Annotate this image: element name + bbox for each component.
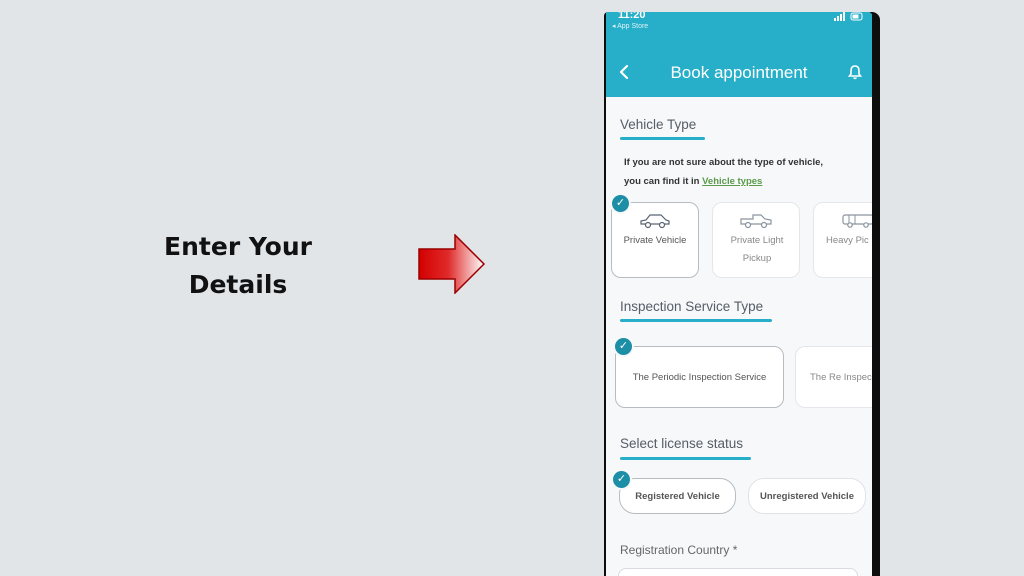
caption-line-1: Enter Your [164,232,312,261]
service-option-label: The Periodic Inspection Service [632,371,767,383]
hint-line-1: If you are not sure about the type of ve… [624,157,824,168]
status-back-to-app[interactable]: ◂ App Store [612,22,648,30]
status-time: 11:20 [618,12,646,21]
license-option-label: Registered Vehicle [635,490,720,502]
selected-check-icon: ✓ [612,195,629,212]
caption-text: Enter Your Details [140,228,336,304]
vehicle-option-private-vehicle[interactable]: Private Vehicle [611,202,699,278]
license-option-label: Unregistered Vehicle [760,490,854,502]
pickup-truck-icon [740,214,772,229]
caption-line-2: Details [188,270,288,299]
signal-icon [834,12,863,21]
phone-frame: 11:20 ◂ App Store Book appointment Vehic… [604,12,880,576]
vehicle-option-label: Heavy Pic [826,235,869,246]
status-icons [834,12,864,23]
vehicle-type-hint: If you are not sure about the type of ve… [624,153,864,191]
right-arrow-icon [418,234,486,294]
vehicle-option-private-light-pickup[interactable]: Private Light Pickup [712,202,800,278]
registration-country-label: Registration Country * [620,543,738,557]
inspection-service-title: Inspection Service Type [620,299,764,314]
car-icon [640,214,670,229]
vehicle-option-heavy[interactable]: Heavy Pic [813,202,872,278]
notifications-button[interactable] [847,64,863,85]
vehicle-type-title: Vehicle Type [620,117,697,132]
service-option-label: The Re Inspec [810,371,872,383]
license-option-registered[interactable]: Registered Vehicle [619,478,736,514]
service-option-periodic[interactable]: The Periodic Inspection Service [615,346,784,408]
bus-icon [842,214,872,228]
page-title: Book appointment [670,63,808,82]
vehicle-type-underline [620,137,705,140]
selected-check-icon: ✓ [615,338,632,355]
license-status-title: Select license status [620,436,744,451]
vehicle-option-label: Private Vehicle [623,235,687,246]
inspection-service-underline [620,319,772,322]
hint-line-2: you can find it in [624,176,700,187]
vehicle-option-label: Private Light Pickup [730,235,784,264]
service-option-re-inspection[interactable]: The Re Inspec [795,346,872,408]
license-option-unregistered[interactable]: Unregistered Vehicle [748,478,866,514]
app-screen: 11:20 ◂ App Store Book appointment Vehic… [606,12,872,576]
license-status-underline [620,457,751,460]
vehicle-types-link[interactable]: Vehicle types [702,176,762,187]
app-header: 11:20 ◂ App Store Book appointment [606,12,872,97]
bell-icon [847,65,863,80]
selected-check-icon: ✓ [613,471,630,488]
registration-country-field[interactable] [618,568,858,576]
